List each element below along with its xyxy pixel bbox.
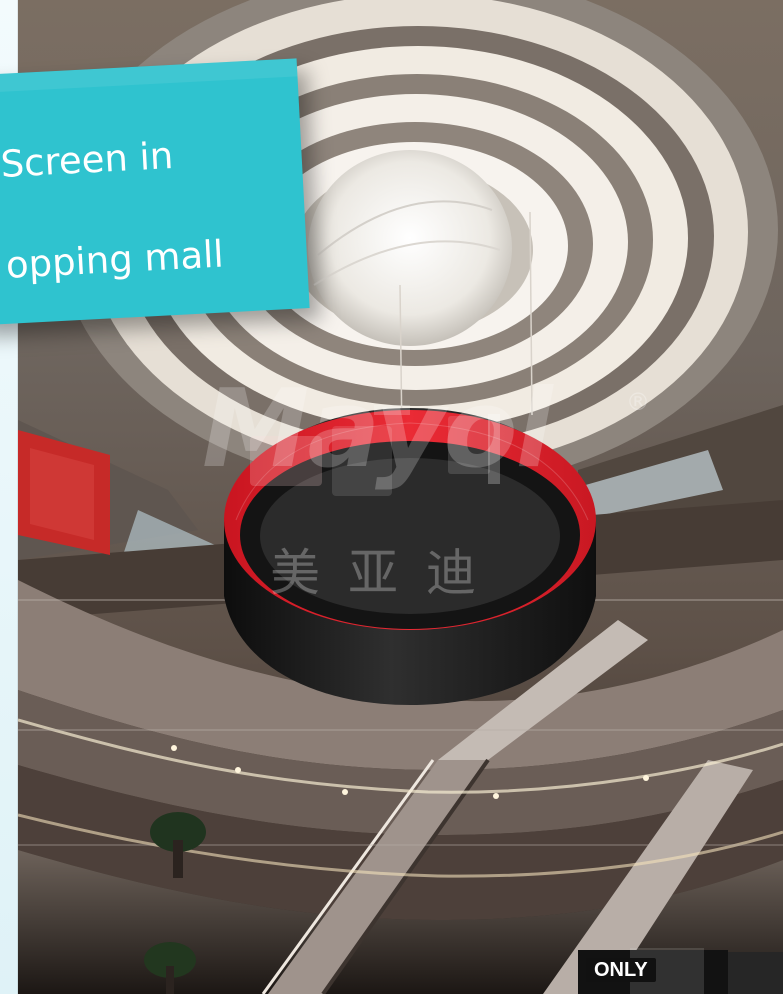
skylight: [308, 150, 512, 346]
caption-callout: Screen in opping mall: [0, 58, 310, 326]
caption-line-1: Screen in: [0, 133, 175, 186]
slide-canvas: Mayol ® 美亚迪 ONLY Screen in opping mall: [0, 0, 783, 994]
store-sign: ONLY: [586, 958, 656, 982]
caption-line-2: opping mall: [4, 232, 225, 287]
